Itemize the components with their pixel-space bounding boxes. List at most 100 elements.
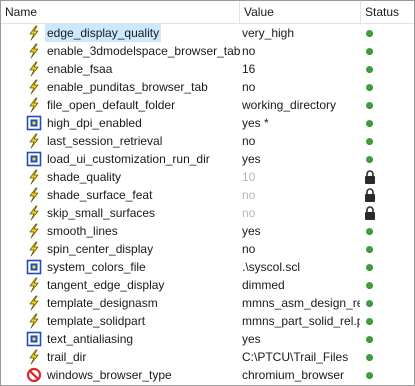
lightning-icon bbox=[26, 295, 42, 311]
status-ok-icon bbox=[366, 300, 373, 307]
lightning-icon bbox=[26, 241, 42, 257]
option-value[interactable]: C:\PTCU\Trail_Files bbox=[241, 348, 360, 366]
prohibited-icon bbox=[26, 367, 42, 383]
startup-icon bbox=[26, 331, 42, 347]
column-header-value[interactable]: Value bbox=[240, 1, 361, 23]
option-name-cell[interactable]: template_solidpart bbox=[1, 312, 240, 330]
option-name: last_session_retrieval bbox=[47, 134, 163, 148]
lightning-icon bbox=[26, 349, 42, 365]
status-ok-icon bbox=[366, 336, 373, 343]
status-ok-icon bbox=[366, 354, 373, 361]
option-value[interactable]: no bbox=[241, 42, 360, 60]
option-name-cell[interactable]: tangent_edge_display bbox=[1, 276, 240, 294]
table-row[interactable]: enable_fsaa 16 bbox=[1, 60, 414, 78]
status-ok-icon bbox=[366, 282, 373, 289]
option-name-cell[interactable]: enable_punditas_browser_tab bbox=[1, 78, 240, 96]
option-value[interactable]: 10 bbox=[241, 168, 360, 186]
table-row[interactable]: skip_small_surfaces no bbox=[1, 204, 414, 222]
option-name-cell[interactable]: edge_display_quality bbox=[1, 24, 240, 42]
status-ok-icon bbox=[366, 156, 373, 163]
table-row[interactable]: load_ui_customization_run_dir yes bbox=[1, 150, 414, 168]
lightning-icon bbox=[26, 205, 42, 221]
option-name: trail_dir bbox=[47, 350, 87, 364]
table-row[interactable]: smooth_lines yes bbox=[1, 222, 414, 240]
status-cell bbox=[361, 60, 414, 78]
option-value[interactable]: no bbox=[241, 186, 360, 204]
status-ok-icon bbox=[366, 30, 373, 37]
table-row[interactable]: template_solidpart mmns_part_solid_rel.p bbox=[1, 312, 414, 330]
option-name-cell[interactable]: last_session_retrieval bbox=[1, 132, 240, 150]
option-value[interactable]: yes bbox=[241, 150, 360, 168]
option-value[interactable]: no bbox=[241, 240, 360, 258]
option-name: windows_browser_type bbox=[47, 368, 172, 382]
option-value[interactable]: .\syscol.scl bbox=[241, 258, 360, 276]
table-row[interactable]: tangent_edge_display dimmed bbox=[1, 276, 414, 294]
status-cell bbox=[361, 258, 414, 276]
column-header-status[interactable]: Status bbox=[361, 1, 414, 23]
option-name-cell[interactable]: system_colors_file bbox=[1, 258, 240, 276]
status-ok-icon bbox=[366, 120, 373, 127]
option-value[interactable]: mmns_part_solid_rel.p bbox=[241, 312, 360, 330]
option-name-cell[interactable]: shade_quality bbox=[1, 168, 240, 186]
option-name: enable_fsaa bbox=[47, 62, 113, 76]
option-value[interactable]: no bbox=[241, 78, 360, 96]
option-name-cell[interactable]: windows_browser_type bbox=[1, 366, 240, 384]
table-row[interactable]: enable_punditas_browser_tab no bbox=[1, 78, 414, 96]
table-row[interactable]: file_open_default_folder working_director… bbox=[1, 96, 414, 114]
status-cell bbox=[361, 150, 414, 168]
status-ok-icon bbox=[366, 372, 373, 379]
table-body: edge_display_quality very_high enable_3dmo… bbox=[1, 24, 414, 384]
table-row[interactable]: edge_display_quality very_high bbox=[1, 24, 414, 42]
option-name: load_ui_customization_run_dir bbox=[47, 152, 210, 166]
option-name-cell[interactable]: skip_small_surfaces bbox=[1, 204, 240, 222]
status-ok-icon bbox=[366, 228, 373, 235]
status-cell bbox=[361, 366, 414, 384]
option-name-cell[interactable]: enable_fsaa bbox=[1, 60, 240, 78]
lightning-icon bbox=[26, 133, 42, 149]
option-value[interactable]: chromium_browser bbox=[241, 366, 360, 384]
lightning-icon bbox=[26, 79, 42, 95]
column-header-name[interactable]: Name bbox=[1, 1, 240, 23]
option-name-cell[interactable]: trail_dir bbox=[1, 348, 240, 366]
table-row[interactable]: enable_3dmodelspace_browser_tab no bbox=[1, 42, 414, 60]
table-row[interactable]: template_designasm mmns_asm_design_rel bbox=[1, 294, 414, 312]
table-row[interactable]: trail_dir C:\PTCU\Trail_Files bbox=[1, 348, 414, 366]
option-name-cell[interactable]: load_ui_customization_run_dir bbox=[1, 150, 240, 168]
status-cell bbox=[361, 348, 414, 366]
option-name-cell[interactable]: enable_3dmodelspace_browser_tab bbox=[1, 42, 240, 60]
table-row[interactable]: last_session_retrieval no bbox=[1, 132, 414, 150]
option-value[interactable]: 16 bbox=[241, 60, 360, 78]
lightning-icon bbox=[26, 43, 42, 59]
option-value[interactable]: no bbox=[241, 132, 360, 150]
option-name: template_solidpart bbox=[47, 314, 146, 328]
option-name-cell[interactable]: high_dpi_enabled bbox=[1, 114, 240, 132]
option-name-cell[interactable]: template_designasm bbox=[1, 294, 240, 312]
status-cell bbox=[361, 330, 414, 348]
table-row[interactable]: shade_quality 10 bbox=[1, 168, 414, 186]
lightning-icon bbox=[26, 25, 42, 41]
lightning-icon bbox=[26, 313, 42, 329]
table-row[interactable]: high_dpi_enabled yes * bbox=[1, 114, 414, 132]
table-row[interactable]: system_colors_file .\syscol.scl bbox=[1, 258, 414, 276]
option-name-cell[interactable]: shade_surface_feat bbox=[1, 186, 240, 204]
table-row[interactable]: spin_center_display no bbox=[1, 240, 414, 258]
option-value[interactable]: no bbox=[241, 204, 360, 222]
option-name: file_open_default_folder bbox=[47, 98, 176, 112]
table-row[interactable]: shade_surface_feat no bbox=[1, 186, 414, 204]
option-value[interactable]: mmns_asm_design_rel bbox=[241, 294, 360, 312]
table-row[interactable]: windows_browser_type chromium_browser bbox=[1, 366, 414, 384]
option-value[interactable]: dimmed bbox=[241, 276, 360, 294]
lightning-icon bbox=[26, 187, 42, 203]
option-value[interactable]: yes bbox=[241, 222, 360, 240]
option-name-cell[interactable]: smooth_lines bbox=[1, 222, 240, 240]
option-name-cell[interactable]: spin_center_display bbox=[1, 240, 240, 258]
option-value[interactable]: yes * bbox=[241, 114, 360, 132]
option-name-cell[interactable]: file_open_default_folder bbox=[1, 96, 240, 114]
option-name: shade_surface_feat bbox=[47, 188, 153, 202]
status-ok-icon bbox=[366, 138, 373, 145]
option-value[interactable]: yes bbox=[241, 330, 360, 348]
option-name-cell[interactable]: text_antialiasing bbox=[1, 330, 240, 348]
option-value[interactable]: very_high bbox=[241, 24, 360, 42]
table-row[interactable]: text_antialiasing yes bbox=[1, 330, 414, 348]
option-value[interactable]: working_directory bbox=[241, 96, 360, 114]
